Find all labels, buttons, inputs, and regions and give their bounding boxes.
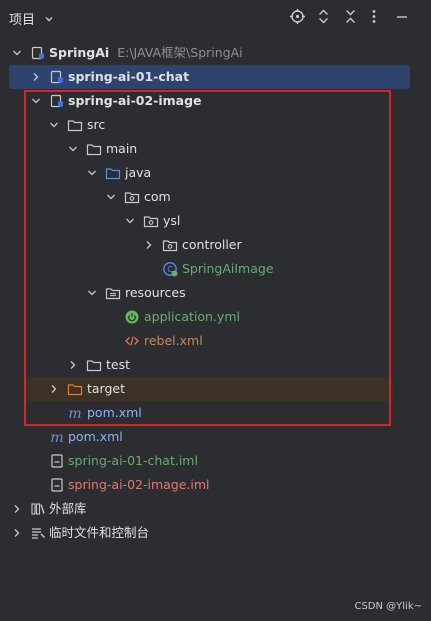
maven-icon: m <box>49 429 65 446</box>
tree-node-root-pom[interactable]: m pom.xml <box>0 425 431 449</box>
tree-node-main[interactable]: main <box>0 137 431 161</box>
resources-folder-icon <box>105 285 121 301</box>
minimize-icon[interactable] <box>395 8 409 28</box>
package-name: com <box>144 189 171 204</box>
excluded-folder-icon <box>67 381 83 397</box>
chevron-down-icon[interactable] <box>48 119 60 131</box>
package-icon <box>162 237 178 253</box>
module-folder-icon <box>49 93 65 109</box>
package-icon <box>124 189 140 205</box>
folder-icon <box>86 141 102 157</box>
chevron-right-icon[interactable] <box>11 527 23 539</box>
project-view-selector[interactable]: 项目 <box>9 9 54 28</box>
folder-name: java <box>125 165 152 180</box>
folder-icon <box>67 117 83 133</box>
maven-icon: m <box>67 405 83 422</box>
xml-file-icon <box>124 333 140 349</box>
node-name: 临时文件和控制台 <box>49 525 150 540</box>
project-panel-header: 项目 <box>0 0 431 34</box>
tree-node-test[interactable]: test <box>0 353 431 377</box>
folder-name: test <box>106 357 131 372</box>
chevron-down-icon[interactable] <box>30 95 42 107</box>
folder-name: src <box>87 117 106 132</box>
spring-config-icon <box>124 309 140 325</box>
module-name: spring-ai-02-image <box>68 93 202 108</box>
file-name: spring-ai-01-chat.iml <box>68 453 198 468</box>
module-folder-icon <box>30 45 46 61</box>
collapse-all-icon[interactable] <box>343 8 358 28</box>
node-name: 外部库 <box>49 501 87 516</box>
tree-node-com[interactable]: com <box>0 185 431 209</box>
module-folder-icon <box>49 69 65 85</box>
package-icon <box>143 213 159 229</box>
expand-collapse-icon[interactable] <box>316 8 331 28</box>
library-icon <box>30 501 46 517</box>
file-name: pom.xml <box>87 405 142 420</box>
svg-text:m: m <box>50 430 63 445</box>
tree-node-chat-iml[interactable]: spring-ai-01-chat.iml <box>0 449 431 473</box>
tree-node-resources[interactable]: resources <box>0 281 431 305</box>
project-path: E:\JAVA框架\SpringAi <box>117 45 243 60</box>
folder-icon <box>86 357 102 373</box>
tree-node-ysl[interactable]: ysl <box>0 209 431 233</box>
tree-node-src[interactable]: src <box>0 113 431 137</box>
more-icon[interactable] <box>370 8 378 28</box>
folder-name: target <box>87 381 126 396</box>
chevron-down-icon[interactable] <box>11 47 23 59</box>
chevron-right-icon[interactable] <box>143 239 155 251</box>
package-name: ysl <box>163 213 181 228</box>
tree-node-module-pom[interactable]: m pom.xml <box>0 401 431 425</box>
file-name: application.yml <box>144 309 240 324</box>
chevron-down-icon[interactable] <box>124 215 136 227</box>
svg-text:m: m <box>68 406 81 421</box>
tree-node-external-libraries[interactable]: 外部库 <box>0 497 431 521</box>
tree-node-module-chat[interactable]: spring-ai-01-chat <box>9 65 410 89</box>
tree-node-application-yml[interactable]: application.yml <box>0 305 431 329</box>
source-folder-icon <box>105 165 121 181</box>
folder-name: main <box>106 141 138 156</box>
project-name: SpringAi <box>49 45 110 60</box>
chevron-right-icon[interactable] <box>11 503 23 515</box>
tree-node-springaiimage[interactable]: C SpringAiImage <box>0 257 431 281</box>
tree-node-rebel-xml[interactable]: rebel.xml <box>0 329 431 353</box>
tree-node-image-iml[interactable]: spring-ai-02-image.iml <box>0 473 431 497</box>
iml-file-icon <box>49 453 65 469</box>
chevron-down-icon[interactable] <box>86 167 98 179</box>
chevron-right-icon[interactable] <box>30 71 42 83</box>
chevron-right-icon[interactable] <box>67 359 79 371</box>
chevron-down-icon <box>44 13 54 28</box>
tree-node-java[interactable]: java <box>0 161 431 185</box>
chevron-down-icon[interactable] <box>86 287 98 299</box>
tree-node-controller[interactable]: controller <box>0 233 431 257</box>
spring-boot-class-icon: C <box>162 261 178 277</box>
file-name: spring-ai-02-image.iml <box>68 477 210 492</box>
chevron-right-icon[interactable] <box>48 383 60 395</box>
file-name: rebel.xml <box>144 333 203 348</box>
watermark: CSDN @Ylik~ <box>354 601 422 612</box>
tree-node-target[interactable]: target <box>24 377 393 401</box>
class-name: SpringAiImage <box>182 261 274 276</box>
iml-file-icon <box>49 477 65 493</box>
folder-name: resources <box>125 285 186 300</box>
tree-node-root-project[interactable]: SpringAi E:\JAVA框架\SpringAi <box>0 41 431 65</box>
panel-title: 项目 <box>9 13 36 28</box>
chevron-down-icon[interactable] <box>105 191 117 203</box>
tree-node-module-image[interactable]: spring-ai-02-image <box>0 89 431 113</box>
locate-icon[interactable] <box>289 8 306 28</box>
tree-node-scratches[interactable]: 临时文件和控制台 <box>0 521 431 545</box>
scratches-icon <box>30 525 46 541</box>
module-name: spring-ai-01-chat <box>68 69 190 84</box>
file-name: pom.xml <box>68 429 123 444</box>
package-name: controller <box>182 237 242 252</box>
chevron-down-icon[interactable] <box>67 143 79 155</box>
